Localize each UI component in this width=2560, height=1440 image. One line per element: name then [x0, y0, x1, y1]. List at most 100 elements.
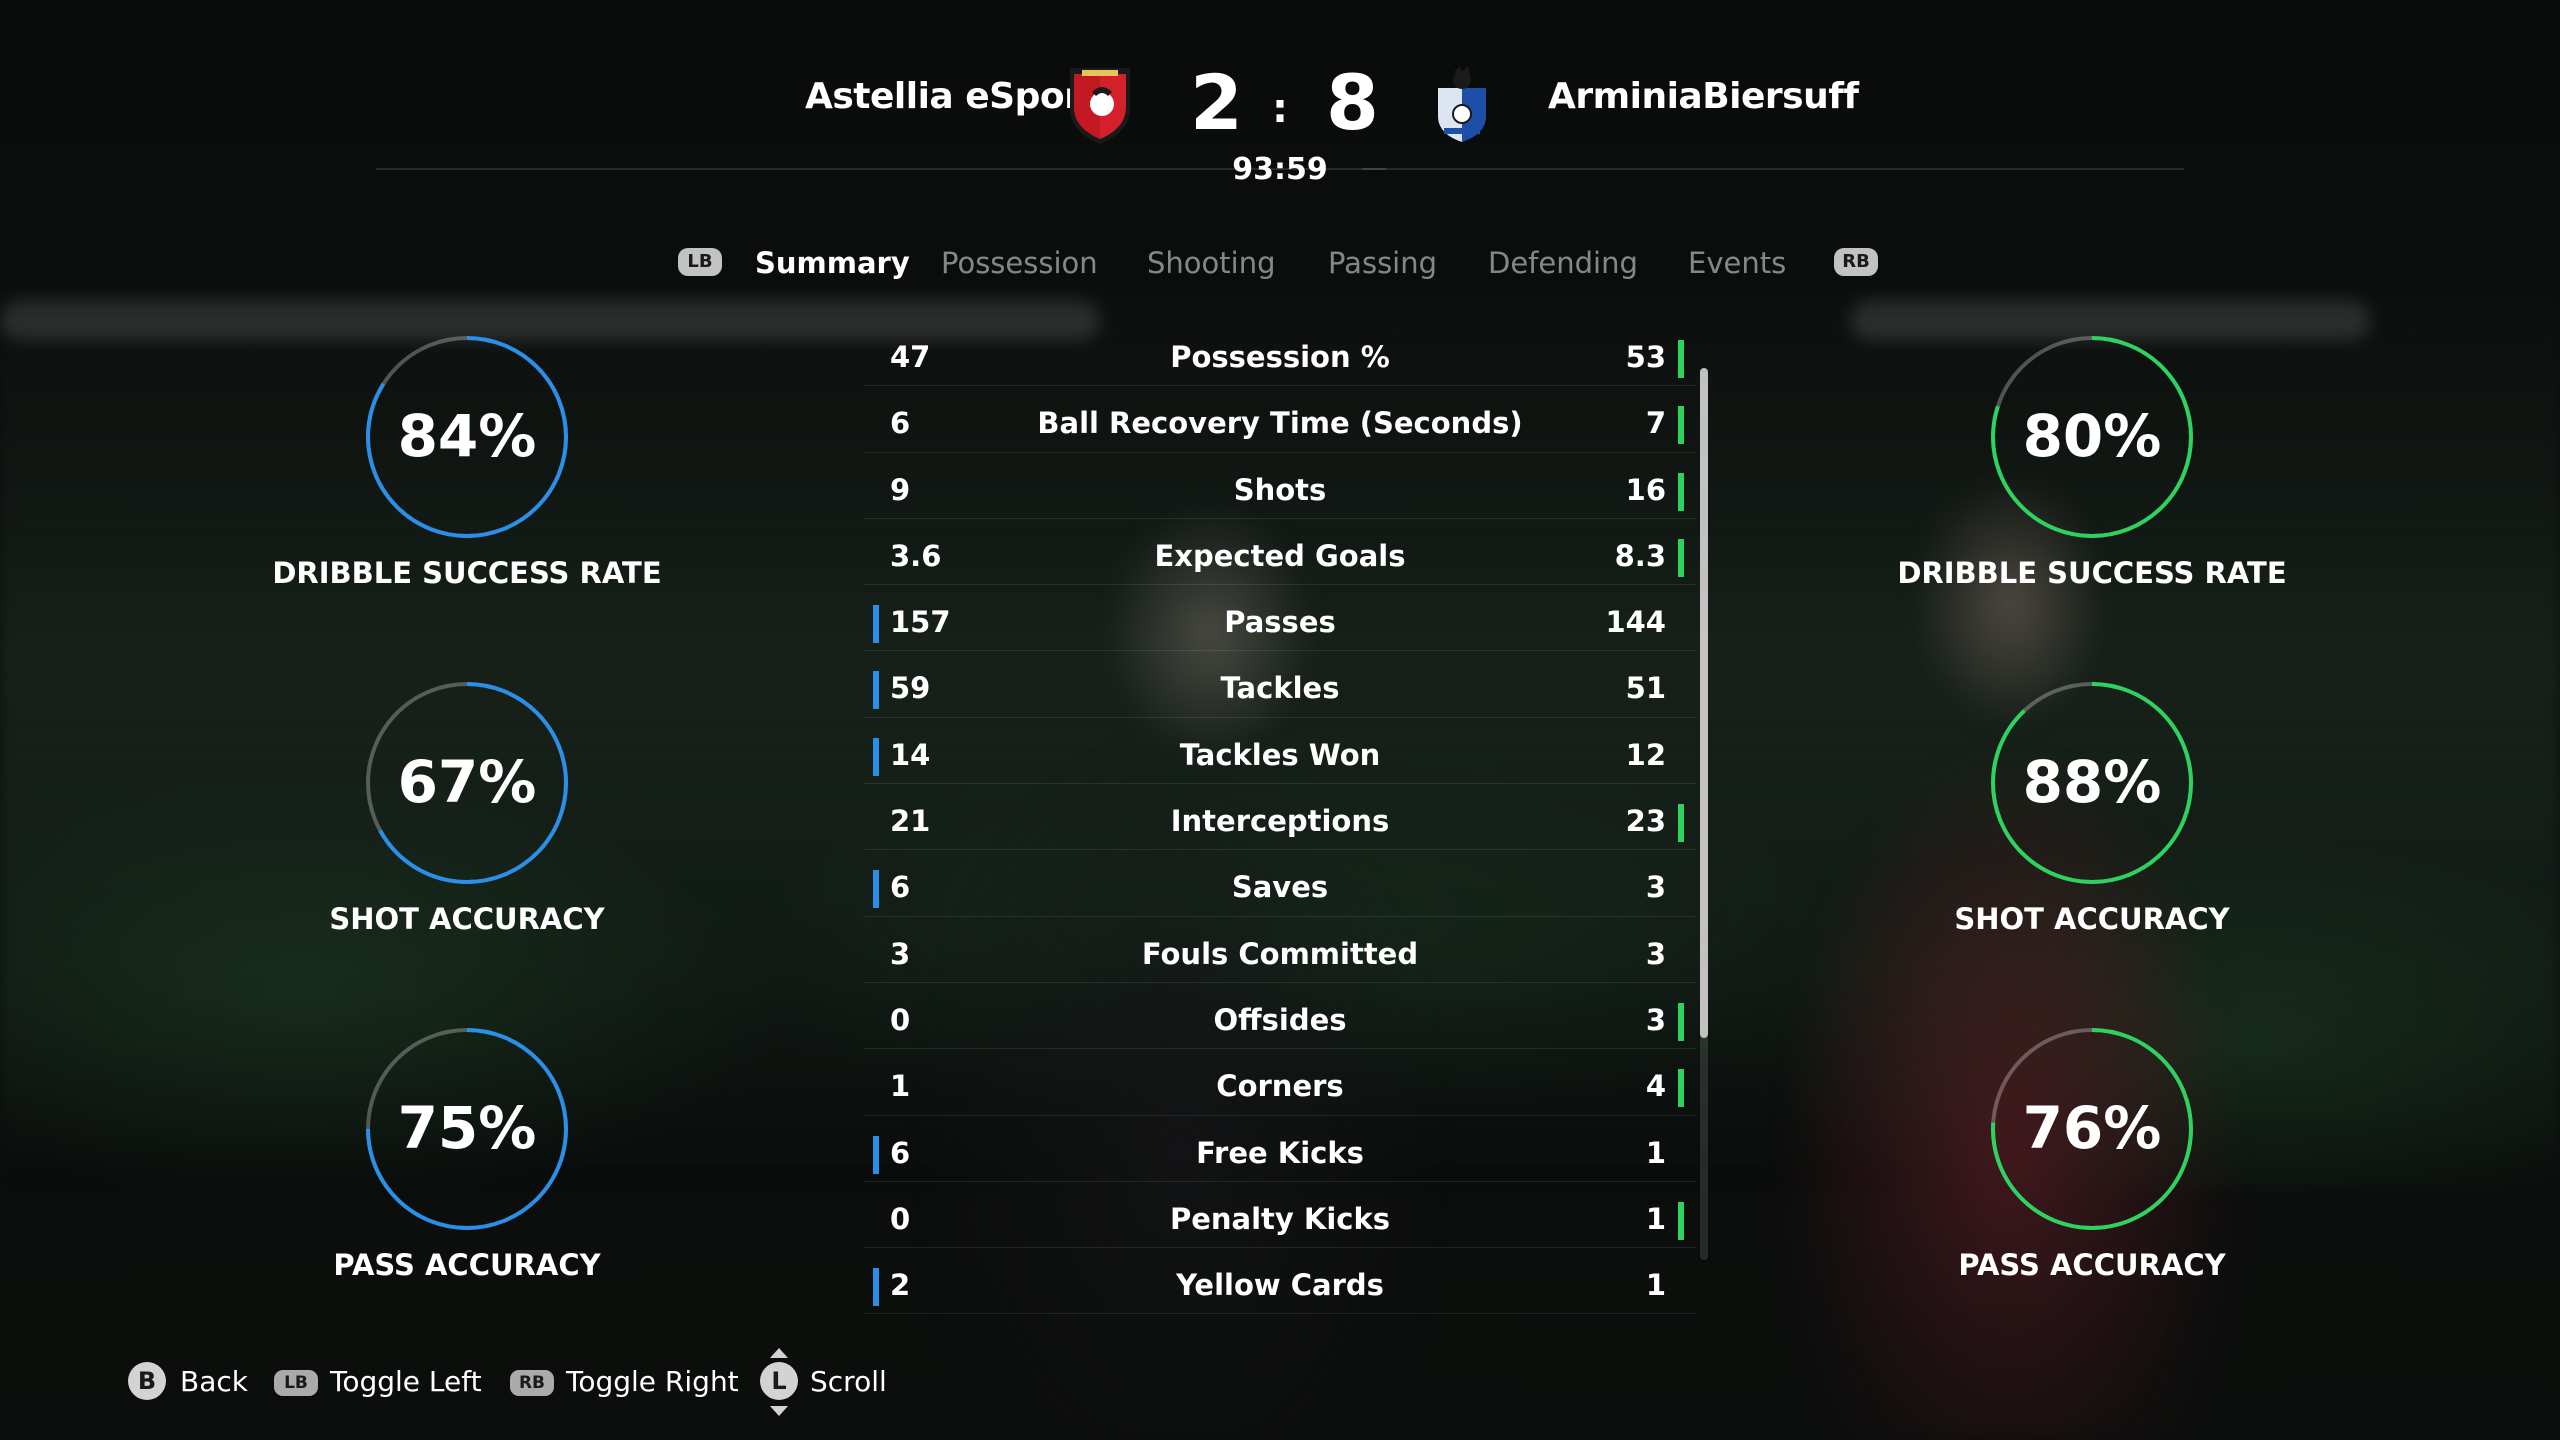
home-stat-value: 9	[890, 472, 911, 507]
toggle-right-button[interactable]: Toggle Right	[566, 1365, 739, 1398]
away-stat-value: 1	[1645, 1135, 1666, 1170]
away-ring-label: SHOT ACCURACY	[1954, 902, 2230, 936]
stat-label: Interceptions	[1170, 804, 1390, 839]
home-ring-value: 84%	[397, 402, 537, 470]
home-stat-value: 6	[890, 870, 911, 905]
scroll-button[interactable]: Scroll	[810, 1365, 887, 1398]
away-stat-value: 3	[1645, 936, 1666, 971]
stat-label: Corners	[1216, 1069, 1344, 1104]
match-clock: 93:59	[1232, 152, 1328, 187]
header-divider-right	[1362, 168, 2184, 170]
away-stat-value: 4	[1645, 1069, 1666, 1104]
home-stat-value: 3.6	[890, 538, 942, 573]
stat-label: Tackles Won	[1179, 737, 1381, 772]
home-ring-label: DRIBBLE SUCCESS RATE	[272, 556, 662, 590]
away-stat-value: 16	[1625, 472, 1666, 507]
b-button-icon: B	[128, 1362, 166, 1400]
tab-summary[interactable]: Summary	[755, 246, 910, 280]
away-score: 8	[1326, 58, 1379, 147]
tab-passing[interactable]: Passing	[1328, 246, 1437, 280]
stat-row: Possession % 47 53	[864, 320, 1696, 387]
away-stat-value: 144	[1605, 605, 1666, 640]
stat-label: Penalty Kicks	[1169, 1201, 1391, 1236]
away-ring-value: 88%	[2022, 748, 2162, 816]
away-stat-value: 3	[1645, 1002, 1666, 1037]
stat-label: Yellow Cards	[1176, 1268, 1384, 1303]
stat-row: Tackles 59 51	[864, 651, 1696, 718]
away-stat-value: 8.3	[1614, 538, 1666, 573]
home-stat-value: 0	[890, 1201, 911, 1236]
stat-row: Ball Recovery Time (Seconds) 6 7	[864, 386, 1696, 453]
stat-label: Tackles	[1220, 671, 1340, 706]
home-ring-value: 67%	[397, 748, 537, 816]
home-ring-value: 75%	[397, 1094, 537, 1162]
away-stat-value: 23	[1625, 804, 1666, 839]
stat-label: Ball Recovery Time (Seconds)	[1037, 406, 1523, 441]
stat-row: Shots 9 16	[864, 453, 1696, 519]
stat-row: Yellow Cards 2 1	[864, 1248, 1696, 1315]
stat-row: Saves 6 3	[864, 850, 1696, 917]
home-stat-value: 6	[890, 406, 911, 441]
home-stat-value: 3	[890, 936, 911, 971]
lb-button-icon[interactable]: LB	[678, 248, 722, 276]
away-stat-value: 1	[1645, 1201, 1666, 1236]
away-team-name: ArminiaBiersuff	[1548, 76, 1859, 117]
away-ring-label: PASS ACCURACY	[1958, 1248, 2226, 1282]
stats-scrollbar-thumb[interactable]	[1700, 368, 1708, 1038]
scroll-up-arrow-icon	[770, 1348, 788, 1358]
home-team-name: Astellia eSport	[805, 76, 1099, 117]
controller-hints: B Back LB Toggle Left RB Toggle Right L …	[0, 1348, 2560, 1416]
home-stat-value: 14	[890, 737, 931, 772]
tab-shooting[interactable]: Shooting	[1147, 246, 1276, 280]
away-ring-value: 76%	[2022, 1094, 2162, 1162]
stat-row: Penalty Kicks 0 1	[864, 1182, 1696, 1249]
home-stat-value: 6	[890, 1135, 911, 1170]
left-stick-icon: L	[760, 1362, 798, 1400]
home-team-crest-icon	[1070, 68, 1130, 144]
home-score: 2	[1190, 58, 1243, 147]
stat-label: Free Kicks	[1196, 1135, 1364, 1170]
home-stat-value: 59	[890, 671, 931, 706]
away-stat-value: 53	[1625, 340, 1666, 374]
away-stat-value: 7	[1645, 406, 1666, 441]
home-stat-value: 47	[890, 340, 931, 374]
toggle-left-button[interactable]: Toggle Left	[330, 1365, 482, 1398]
tab-defending[interactable]: Defending	[1488, 246, 1638, 280]
away-stat-value: 1	[1645, 1268, 1666, 1303]
stats-table: Possession % 47 53 Ball Recovery Time (Seco…	[864, 320, 1696, 1315]
stat-label: Expected Goals	[1154, 538, 1406, 573]
stat-row: Expected Goals 3.6 8.3	[864, 519, 1696, 586]
home-stat-value: 1	[890, 1069, 911, 1104]
home-stat-value: 21	[890, 804, 931, 839]
tab-possession[interactable]: Possession	[941, 246, 1098, 280]
stat-row: Tackles Won 14 12	[864, 718, 1696, 785]
rb-button-icon[interactable]: RB	[1834, 248, 1878, 276]
score-separator: :	[1272, 86, 1288, 132]
stat-row: Offsides 0 3	[864, 983, 1696, 1050]
stat-row: Passes 157 144	[864, 585, 1696, 652]
home-stat-value: 157	[890, 605, 951, 640]
home-ring-label: PASS ACCURACY	[333, 1248, 601, 1282]
away-ring-value: 80%	[2022, 402, 2162, 470]
lb-hint-icon: LB	[274, 1370, 318, 1396]
stat-row: Corners 1 4	[864, 1049, 1696, 1116]
stat-row: Free Kicks 6 1	[864, 1116, 1696, 1182]
tab-events[interactable]: Events	[1688, 246, 1786, 280]
rb-hint-icon: RB	[510, 1370, 554, 1396]
stat-label: Offsides	[1213, 1002, 1347, 1037]
stat-label: Passes	[1224, 605, 1336, 640]
away-team-crest-icon	[1438, 66, 1486, 142]
stat-label: Fouls Committed	[1141, 936, 1419, 971]
stat-label: Shots	[1233, 472, 1327, 507]
away-stat-value: 3	[1645, 870, 1666, 905]
away-stat-value: 51	[1625, 671, 1666, 706]
stat-label: Saves	[1231, 870, 1329, 905]
back-button[interactable]: Back	[180, 1365, 248, 1398]
scroll-down-arrow-icon	[770, 1406, 788, 1416]
away-ring-label: DRIBBLE SUCCESS RATE	[1897, 556, 2287, 590]
stat-label: Possession %	[1170, 340, 1390, 374]
stat-row: Fouls Committed 3 3	[864, 917, 1696, 983]
away-stat-value: 12	[1625, 737, 1666, 772]
stat-row: Interceptions 21 23	[864, 784, 1696, 851]
home-stat-value: 0	[890, 1002, 911, 1037]
